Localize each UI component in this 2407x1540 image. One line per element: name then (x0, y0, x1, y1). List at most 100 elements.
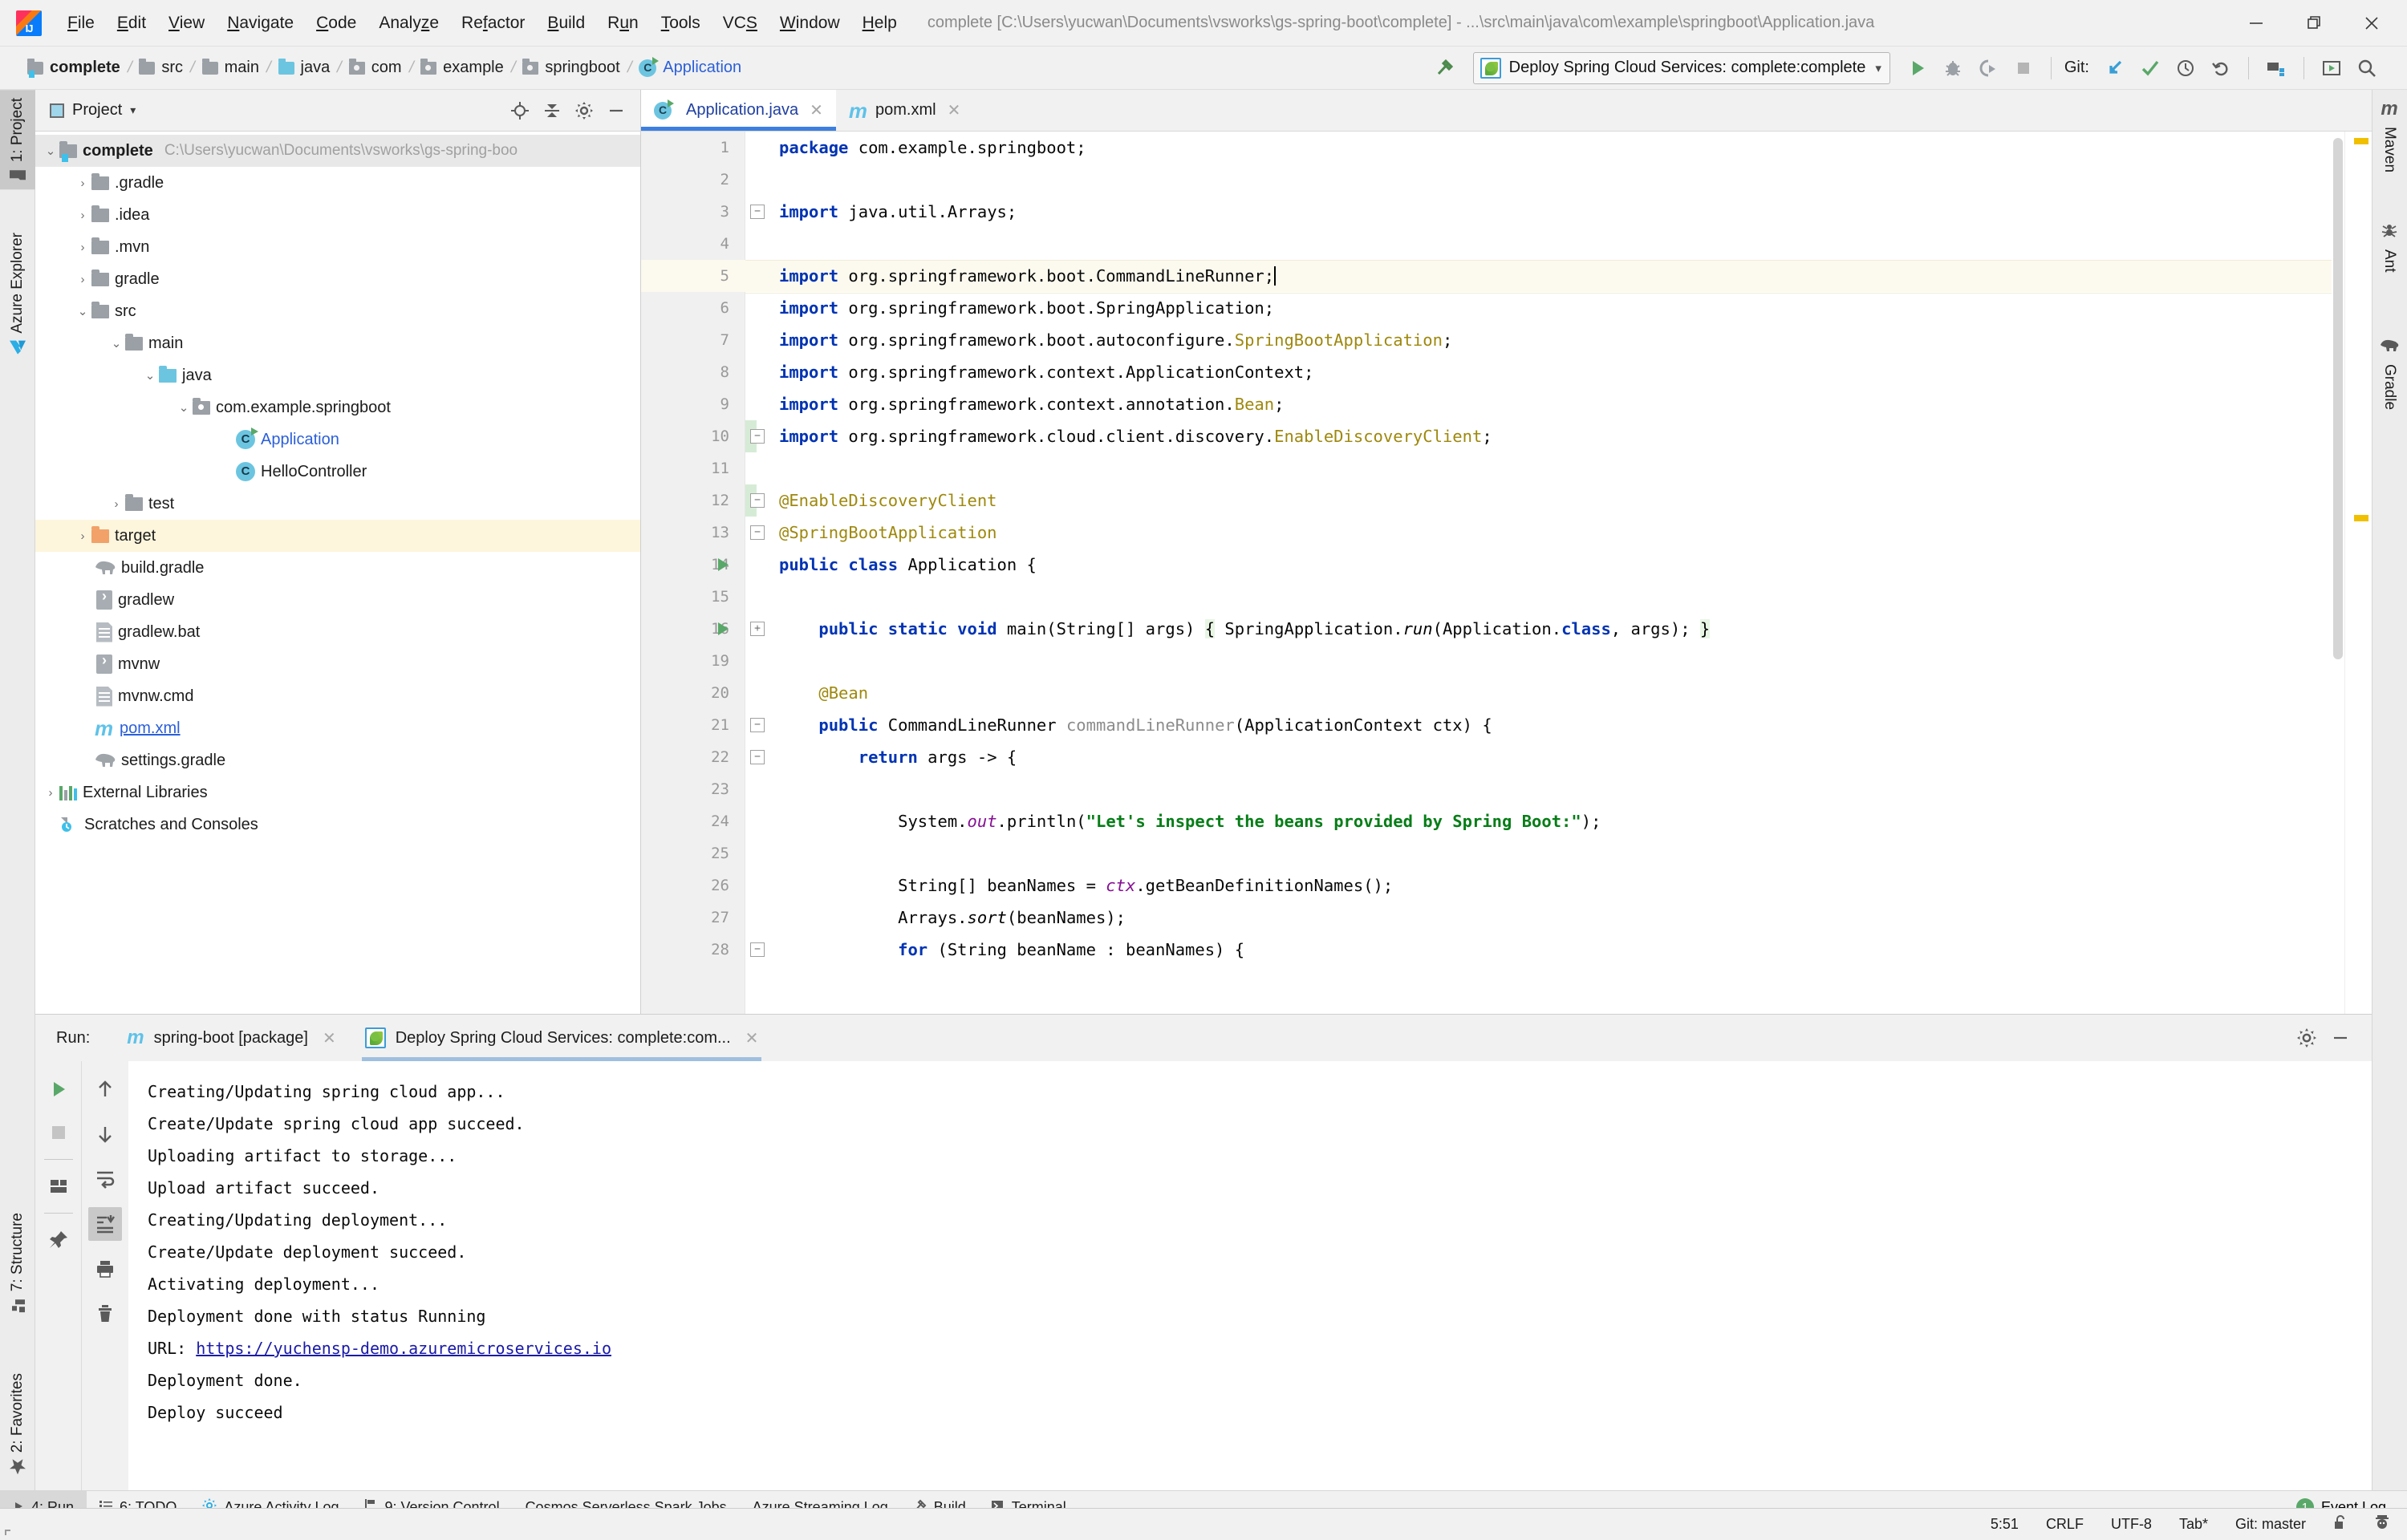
breadcrumb-item-main[interactable]: main (201, 58, 259, 77)
hector-icon[interactable] (2375, 1514, 2389, 1534)
error-stripe[interactable] (2344, 132, 2372, 1014)
tree-item-java[interactable]: ⌄ java (35, 359, 640, 391)
tree-item-gradlew-bat[interactable]: gradlew.bat (35, 616, 640, 648)
collapse-fold-icon[interactable]: − (750, 942, 765, 957)
console-output[interactable]: Creating/Updating spring cloud app... Cr… (128, 1061, 2372, 1490)
chevron-down-icon[interactable]: ⌄ (108, 336, 125, 351)
menu-edit[interactable]: Edit (106, 10, 157, 36)
chevron-down-icon[interactable]: ⌄ (175, 400, 193, 415)
down-arrow-icon[interactable] (88, 1117, 122, 1151)
settings-gear-icon[interactable] (2290, 1021, 2324, 1055)
console-layout-icon[interactable] (42, 1169, 75, 1203)
tree-item-application[interactable]: C Application (35, 424, 640, 456)
restore-icon[interactable] (2285, 1, 2343, 46)
stripe-mark-warning[interactable] (2354, 138, 2368, 144)
collapse-fold-icon[interactable]: − (750, 750, 765, 764)
menu-code[interactable]: Code (305, 10, 367, 36)
chevron-down-icon[interactable]: ⌄ (42, 144, 59, 158)
print-icon[interactable] (88, 1252, 122, 1286)
minimize-icon[interactable] (2227, 1, 2285, 46)
tree-item-mvnw-cmd[interactable]: mvnw.cmd (35, 680, 640, 712)
tree-item-idea[interactable]: › .idea (35, 199, 640, 231)
tab-pom-xml[interactable]: m pom.xml ✕ (835, 90, 974, 131)
chevron-right-icon[interactable]: › (74, 176, 91, 190)
tree-item-gradlew[interactable]: gradlew (35, 584, 640, 616)
breadcrumb-item-springboot[interactable]: springboot (522, 58, 620, 77)
menu-vcs[interactable]: VCS (712, 10, 769, 36)
sidebar-item-structure[interactable]: 7: Structure (0, 1205, 35, 1320)
breadcrumb-item-com[interactable]: com (348, 58, 402, 77)
history-icon[interactable] (2168, 51, 2203, 86)
sidebar-item-gradle[interactable]: Gradle (2372, 330, 2407, 418)
menu-refactor[interactable]: Refactor (450, 10, 536, 36)
chevron-down-icon[interactable]: ⌄ (74, 304, 91, 318)
collapse-fold-icon[interactable]: − (750, 493, 765, 508)
tab-application-java[interactable]: Application.java ✕ (641, 90, 836, 131)
chevron-right-icon[interactable]: › (74, 209, 91, 222)
run-tab-spring-boot[interactable]: m spring-boot [package] ✕ (112, 1015, 350, 1061)
locate-icon[interactable] (504, 95, 536, 127)
run-configuration-selector[interactable]: Deploy Spring Cloud Services: complete:c… (1472, 51, 1890, 84)
git-branch[interactable]: Git: master (2235, 1516, 2306, 1533)
collapse-fold-icon[interactable]: − (750, 205, 765, 219)
chevron-right-icon[interactable]: › (74, 241, 91, 254)
code-editor[interactable]: 1 package com.example.springboot; 2 3− impor… (641, 132, 2372, 1014)
tree-item-mvn[interactable]: › .mvn (35, 231, 640, 263)
editor-vertical-scrollbar[interactable] (2332, 132, 2344, 1014)
collapse-all-icon[interactable] (536, 95, 568, 127)
caret-position[interactable]: 5:51 (1991, 1516, 2019, 1533)
file-encoding[interactable]: UTF-8 (2111, 1516, 2152, 1533)
chevron-right-icon[interactable]: › (74, 273, 91, 286)
sidebar-item-maven[interactable]: m Maven (2372, 90, 2407, 180)
stop-icon[interactable] (42, 1116, 75, 1149)
run-with-coverage-icon[interactable] (1971, 51, 2006, 86)
close-icon[interactable]: ✕ (948, 100, 961, 120)
stripe-mark-warning[interactable] (2354, 515, 2368, 521)
rerun-icon[interactable] (42, 1072, 75, 1106)
hide-icon[interactable] (600, 95, 632, 127)
menu-window[interactable]: Window (769, 10, 851, 36)
tree-item-test[interactable]: › test (35, 488, 640, 520)
close-icon[interactable]: ✕ (810, 100, 823, 120)
settings-gear-icon[interactable] (568, 95, 600, 127)
hide-icon[interactable] (2324, 1021, 2357, 1055)
close-icon[interactable] (2343, 1, 2401, 46)
menu-file[interactable]: File (56, 10, 106, 36)
tree-item-pom-xml[interactable]: m pom.xml (35, 712, 640, 744)
tree-item-target[interactable]: › target (35, 520, 640, 552)
sidebar-item-azure-explorer[interactable]: Azure Explorer (0, 225, 35, 363)
pin-tab-icon[interactable] (42, 1223, 75, 1257)
collapse-fold-icon[interactable]: − (750, 718, 765, 732)
close-icon[interactable]: ✕ (323, 1028, 336, 1048)
tree-item-scratches[interactable]: Scratches and Consoles (35, 808, 640, 841)
scrollbar-thumb[interactable] (2333, 138, 2343, 659)
rollback-icon[interactable] (2203, 51, 2239, 86)
chevron-down-icon[interactable]: ⌄ (141, 368, 159, 383)
chevron-right-icon[interactable]: › (108, 497, 125, 511)
unlocked-icon[interactable] (2333, 1514, 2348, 1534)
commit-icon[interactable] (2133, 51, 2168, 86)
scroll-to-end-icon[interactable] (88, 1207, 122, 1241)
expand-fold-icon[interactable]: + (750, 622, 765, 636)
run-icon[interactable] (1900, 51, 1935, 86)
sidebar-item-project[interactable]: 1: Project (0, 90, 35, 190)
breadcrumb-item-complete[interactable]: complete (27, 58, 120, 78)
code-content[interactable]: 1 package com.example.springboot; 2 3− impor… (641, 132, 2372, 1014)
menu-analyze[interactable]: Analyze (367, 10, 450, 36)
menu-run[interactable]: Run (596, 10, 650, 36)
project-structure-icon[interactable] (2259, 51, 2294, 86)
tree-item-build-gradle[interactable]: build.gradle (35, 552, 640, 584)
tree-item-external-libraries[interactable]: › External Libraries (35, 776, 640, 808)
menu-build[interactable]: Build (536, 10, 596, 36)
breadcrumb-item-src[interactable]: src (139, 58, 183, 77)
sidebar-item-ant[interactable]: Ant (2372, 214, 2407, 281)
line-separator[interactable]: CRLF (2046, 1516, 2084, 1533)
tree-item-gradle[interactable]: › gradle (35, 263, 640, 295)
collapse-fold-icon[interactable]: − (750, 525, 765, 540)
soft-wrap-icon[interactable] (88, 1162, 122, 1196)
stop-icon[interactable] (2006, 51, 2041, 86)
up-arrow-icon[interactable] (88, 1072, 122, 1106)
debug-icon[interactable] (1935, 51, 1971, 86)
close-icon[interactable]: ✕ (745, 1028, 759, 1048)
menu-help[interactable]: Help (851, 10, 908, 36)
